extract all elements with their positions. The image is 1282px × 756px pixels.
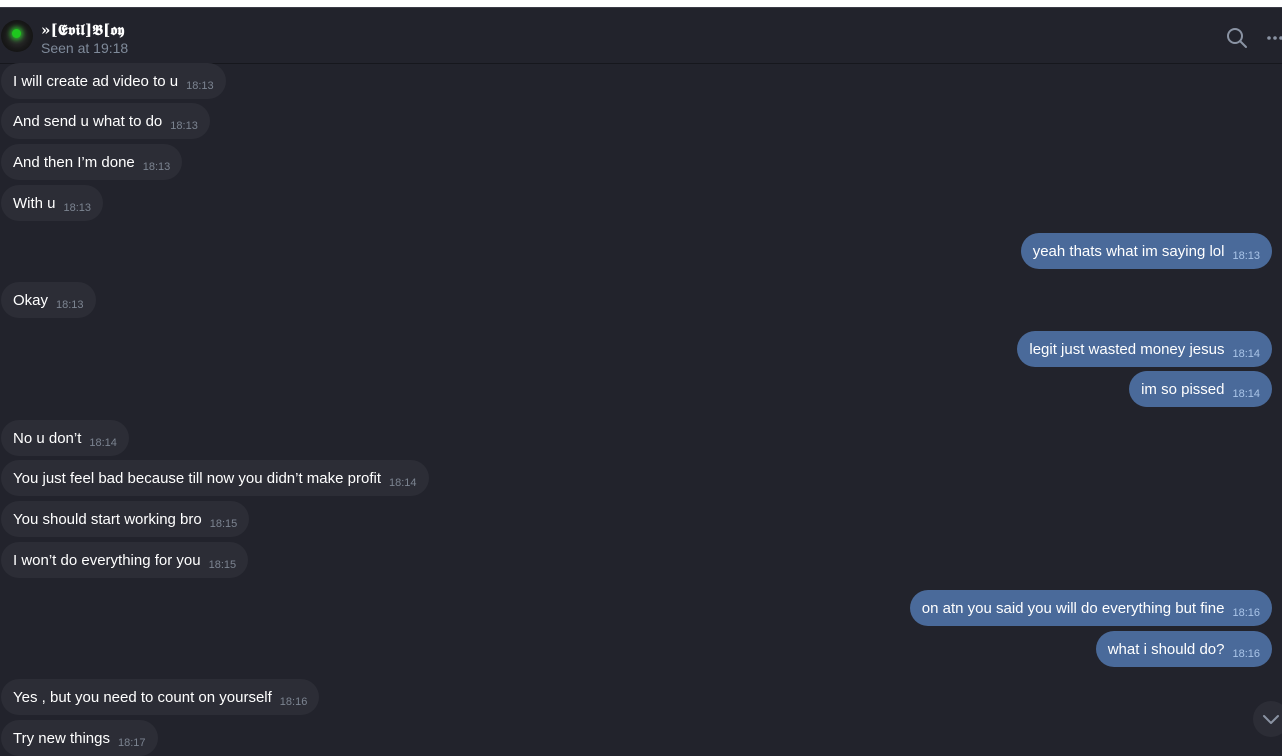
- scroll-down-button[interactable]: [1253, 701, 1282, 737]
- message-time: 18:16: [1232, 607, 1260, 619]
- contact-name[interactable]: »[𝕰𝖛𝖎𝖑]𝕭[𝖔𝖞: [41, 21, 124, 39]
- message-time: 18:13: [1232, 250, 1260, 262]
- message-time: 18:16: [1232, 648, 1260, 660]
- message-incoming[interactable]: Yes , but you need to count on yourself …: [1, 679, 320, 715]
- message-text: im so pissed: [1141, 380, 1225, 398]
- message-time: 18:17: [117, 737, 146, 749]
- message-time: 18:15: [209, 518, 238, 530]
- more-icon[interactable]: [1266, 27, 1282, 49]
- message-time: 18:14: [1232, 348, 1260, 360]
- message-incoming[interactable]: Try new things 18:17: [1, 720, 158, 756]
- message-text: No u don’t: [13, 429, 82, 447]
- message-time: 18:14: [89, 437, 117, 449]
- message-text: on atn you said you will do everything b…: [921, 599, 1225, 617]
- search-icon[interactable]: [1226, 27, 1248, 49]
- message-incoming[interactable]: And then I’m done 18:13: [1, 144, 183, 180]
- avatar-image: [12, 29, 21, 38]
- message-outgoing[interactable]: yeah thats what im saying lol 18:13: [1020, 233, 1272, 269]
- message-outgoing[interactable]: on atn you said you will do everything b…: [909, 590, 1272, 626]
- message-time: 18:14: [389, 477, 417, 489]
- chevron-down-icon: [1263, 715, 1279, 724]
- message-incoming[interactable]: I won’t do everything for you 18:15: [1, 542, 249, 578]
- message-text: Try new things: [13, 729, 110, 747]
- message-incoming[interactable]: Okay 18:13: [1, 282, 96, 318]
- message-text: And send u what to do: [13, 112, 163, 130]
- message-text: Yes , but you need to count on yourself: [13, 688, 272, 706]
- avatar[interactable]: [1, 20, 33, 52]
- message-time: 18:13: [142, 161, 171, 173]
- message-incoming[interactable]: I will create ad video to u 18:13: [1, 63, 226, 99]
- message-time: 18:13: [56, 299, 84, 311]
- message-text: And then I’m done: [13, 153, 135, 171]
- message-incoming[interactable]: You just feel bad because till now you d…: [1, 460, 429, 496]
- message-text: what i should do?: [1107, 640, 1225, 658]
- message-incoming[interactable]: No u don’t 18:14: [1, 420, 129, 456]
- message-text: You just feel bad because till now you d…: [13, 469, 382, 487]
- message-time: 18:13: [186, 80, 214, 92]
- message-text: I won’t do everything for you: [13, 551, 201, 569]
- message-time: 18:13: [63, 202, 92, 214]
- message-text: With u: [13, 194, 56, 212]
- contact-status: Seen at 19:18: [41, 40, 129, 56]
- message-text: yeah thats what im saying lol: [1032, 242, 1225, 260]
- message-incoming[interactable]: And send u what to do 18:13: [1, 103, 210, 139]
- message-outgoing[interactable]: im so pissed 18:14: [1129, 371, 1272, 407]
- message-text: legit just wasted money jesus: [1029, 340, 1225, 358]
- chat-window: »[𝕰𝖛𝖎𝖑]𝕭[𝖔𝖞 Seen at 19:18 I will create …: [0, 7, 1282, 756]
- message-time: 18:13: [170, 120, 198, 132]
- message-text: You should start working bro: [13, 510, 202, 528]
- message-outgoing[interactable]: legit just wasted money jesus 18:14: [1017, 331, 1272, 367]
- message-time: 18:14: [1232, 388, 1260, 400]
- message-time: 18:15: [208, 559, 237, 571]
- message-text: Okay: [13, 291, 49, 309]
- message-outgoing[interactable]: what i should do? 18:16: [1095, 631, 1272, 667]
- message-incoming[interactable]: You should start working bro 18:15: [1, 501, 250, 537]
- message-time: 18:16: [279, 696, 308, 708]
- message-text: I will create ad video to u: [13, 72, 179, 90]
- message-incoming[interactable]: With u 18:13: [1, 185, 104, 221]
- chat-header: »[𝕰𝖛𝖎𝖑]𝕭[𝖔𝖞 Seen at 19:18: [0, 8, 1282, 64]
